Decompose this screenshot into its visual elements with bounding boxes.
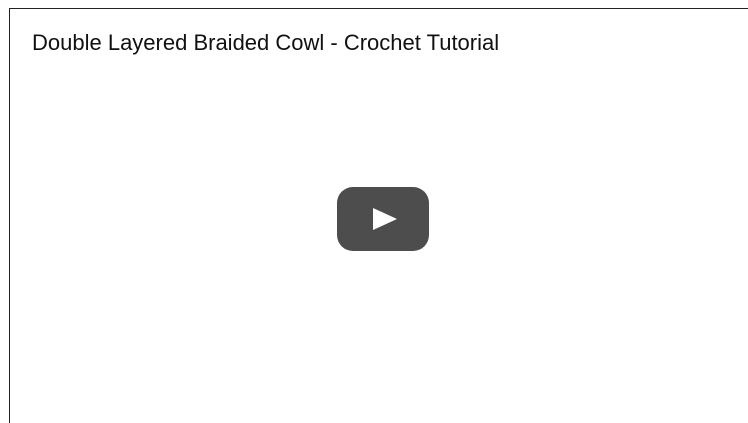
video-embed[interactable]: Double Layered Braided Cowl - Crochet Tu… [9, 8, 748, 423]
play-button[interactable] [337, 187, 429, 251]
video-title[interactable]: Double Layered Braided Cowl - Crochet Tu… [32, 29, 499, 57]
page: Double Layered Braided Cowl - Crochet Tu… [0, 0, 748, 423]
play-icon [373, 208, 397, 230]
